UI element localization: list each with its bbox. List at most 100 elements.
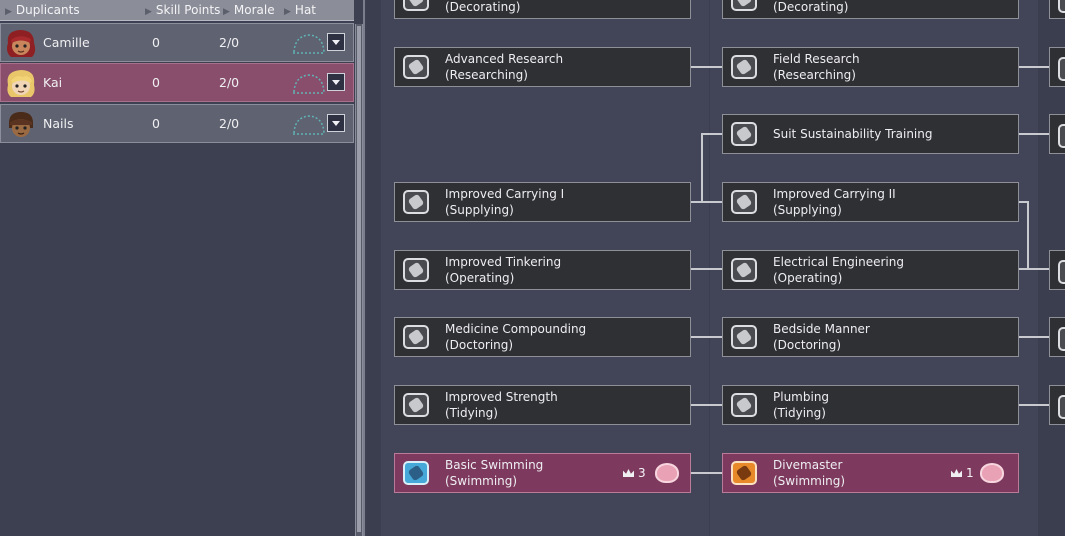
sort-arrow-icon: ▶ [284,7,291,17]
nails-avatar [9,112,33,137]
empty-hat-slot-icon [293,34,325,54]
morale-value: 2/0 [219,35,240,50]
sort-hat-header[interactable]: ▶ Hat [284,0,316,22]
skill-name: Suit Sustainability Training [773,127,933,141]
brain-icon [980,463,1004,483]
skill-card-partial[interactable] [1049,114,1065,154]
operating-icon [403,258,429,282]
skill-name: Improved Strength [445,390,558,404]
skill-name: Basic Swimming [445,458,544,472]
kai-avatar [7,70,35,97]
suit-icon [731,122,757,146]
skill-card-plumbing[interactable]: Plumbing (Tidying) [722,385,1019,425]
sort-skill-points-header[interactable]: ▶ Skill Points [145,0,220,22]
skill-points-column-label: Skill Points [155,3,221,17]
skill-card-suit-sustainability-training[interactable]: Suit Sustainability Training [722,114,1019,154]
skill-group: (Doctoring) [445,338,514,352]
skill-points-value: 0 [152,35,160,50]
skill-name: Divemaster [773,458,843,472]
skill-connector [1019,268,1050,270]
skill-name: Improved Carrying II [773,187,896,201]
skill-icon [1058,260,1065,284]
skill-name: Electrical Engineering [773,255,904,269]
skill-group: (Doctoring) [773,338,842,352]
skill-group: (Researching) [773,68,856,82]
doctoring-icon [403,325,429,349]
skill-card-basic-swimming[interactable]: Basic Swimming (Swimming) 3 [394,453,691,493]
duplicant-name: Nails [43,116,74,131]
skill-card-divemaster[interactable]: Divemaster (Swimming) 1 [722,453,1019,493]
skill-points-value: 0 [152,116,160,131]
skill-card-field-research[interactable]: Field Research (Researching) [722,47,1019,87]
decorating-icon [403,0,429,11]
carrying-icon [403,190,429,214]
camille-avatar [7,30,36,57]
skill-card-partial[interactable] [1049,317,1065,357]
hat-dropdown-button[interactable] [327,73,345,91]
research-icon [731,55,757,79]
skill-name: Field Research [773,52,860,66]
scrollbar-thumb[interactable] [357,26,361,532]
crown-icon [623,469,634,477]
skill-connector [691,336,722,338]
hat-column-label: Hat [294,3,317,17]
skill-name: Medicine Compounding [445,322,587,336]
duplicant-list-scrollbar[interactable] [355,24,363,536]
skill-card-partial[interactable] [1049,47,1065,87]
duplicant-row-camille[interactable]: Camille 0 2/0 [0,23,354,62]
skill-name: Improved Carrying I [445,187,565,201]
skill-group: (Swimming) [445,474,518,488]
sort-arrow-icon: ▶ [145,7,152,17]
skill-card-improved-strength[interactable]: Improved Strength (Tidying) [394,385,691,425]
duplicant-row-kai[interactable]: Kai 0 2/0 [0,63,354,102]
panel-divider [363,0,365,536]
skill-group: (Operating) [773,271,843,285]
skill-level-value: 3 [638,466,646,480]
skill-name: Plumbing [773,390,830,404]
skill-card-decorating[interactable]: (Decorating) [394,0,691,19]
morale-value: 2/0 [219,75,240,90]
sort-arrow-icon: ▶ [223,7,230,17]
operating-icon [731,258,757,282]
duplicant-name: Camille [43,35,90,50]
skill-card-partial[interactable] [1049,385,1065,425]
hat-dropdown-button[interactable] [327,33,345,51]
skill-connector [691,404,722,406]
skill-card-partial[interactable] [1049,0,1065,19]
skill-card-partial[interactable] [1049,250,1065,290]
skill-connector [691,268,722,270]
sort-duplicants-header[interactable]: ▶ Duplicants [5,0,80,22]
skill-group: (Tidying) [445,406,498,420]
skill-connector [701,133,722,135]
morale-column-label: Morale [233,3,275,17]
skill-group: (Tidying) [773,406,826,420]
skill-card-improved-tinkering[interactable]: Improved Tinkering (Operating) [394,250,691,290]
skill-icon [1058,327,1065,351]
skill-connector [1019,336,1050,338]
skill-card-advanced-research[interactable]: Advanced Research (Researching) [394,47,691,87]
skill-name: Bedside Manner [773,322,870,336]
skill-card-decorating-2[interactable]: (Decorating) [722,0,1019,19]
morale-value: 2/0 [219,116,240,131]
crown-icon [951,469,962,477]
duplicant-name: Kai [43,75,63,90]
diving-icon [731,461,757,485]
skill-icon [1058,57,1065,81]
sort-arrow-icon: ▶ [5,7,12,17]
sort-morale-header[interactable]: ▶ Morale [223,0,275,22]
skill-connector [1027,201,1029,270]
skill-card-bedside-manner[interactable]: Bedside Manner (Doctoring) [722,317,1019,357]
tidying-icon [731,393,757,417]
skill-card-improved-carrying-1[interactable]: Improved Carrying I (Supplying) [394,182,691,222]
skill-card-medicine-compounding[interactable]: Medicine Compounding (Doctoring) [394,317,691,357]
skill-group: (Operating) [445,271,515,285]
skill-card-electrical-engineering[interactable]: Electrical Engineering (Operating) [722,250,1019,290]
skill-group: (Supplying) [773,203,842,217]
hat-dropdown-button[interactable] [327,114,345,132]
doctoring-icon [731,325,757,349]
duplicant-row-nails[interactable]: Nails 0 2/0 [0,104,354,143]
decorating-icon [731,0,757,11]
swimming-icon [403,461,429,485]
skill-card-improved-carrying-2[interactable]: Improved Carrying II (Supplying) [722,182,1019,222]
skill-group: (Supplying) [445,203,514,217]
